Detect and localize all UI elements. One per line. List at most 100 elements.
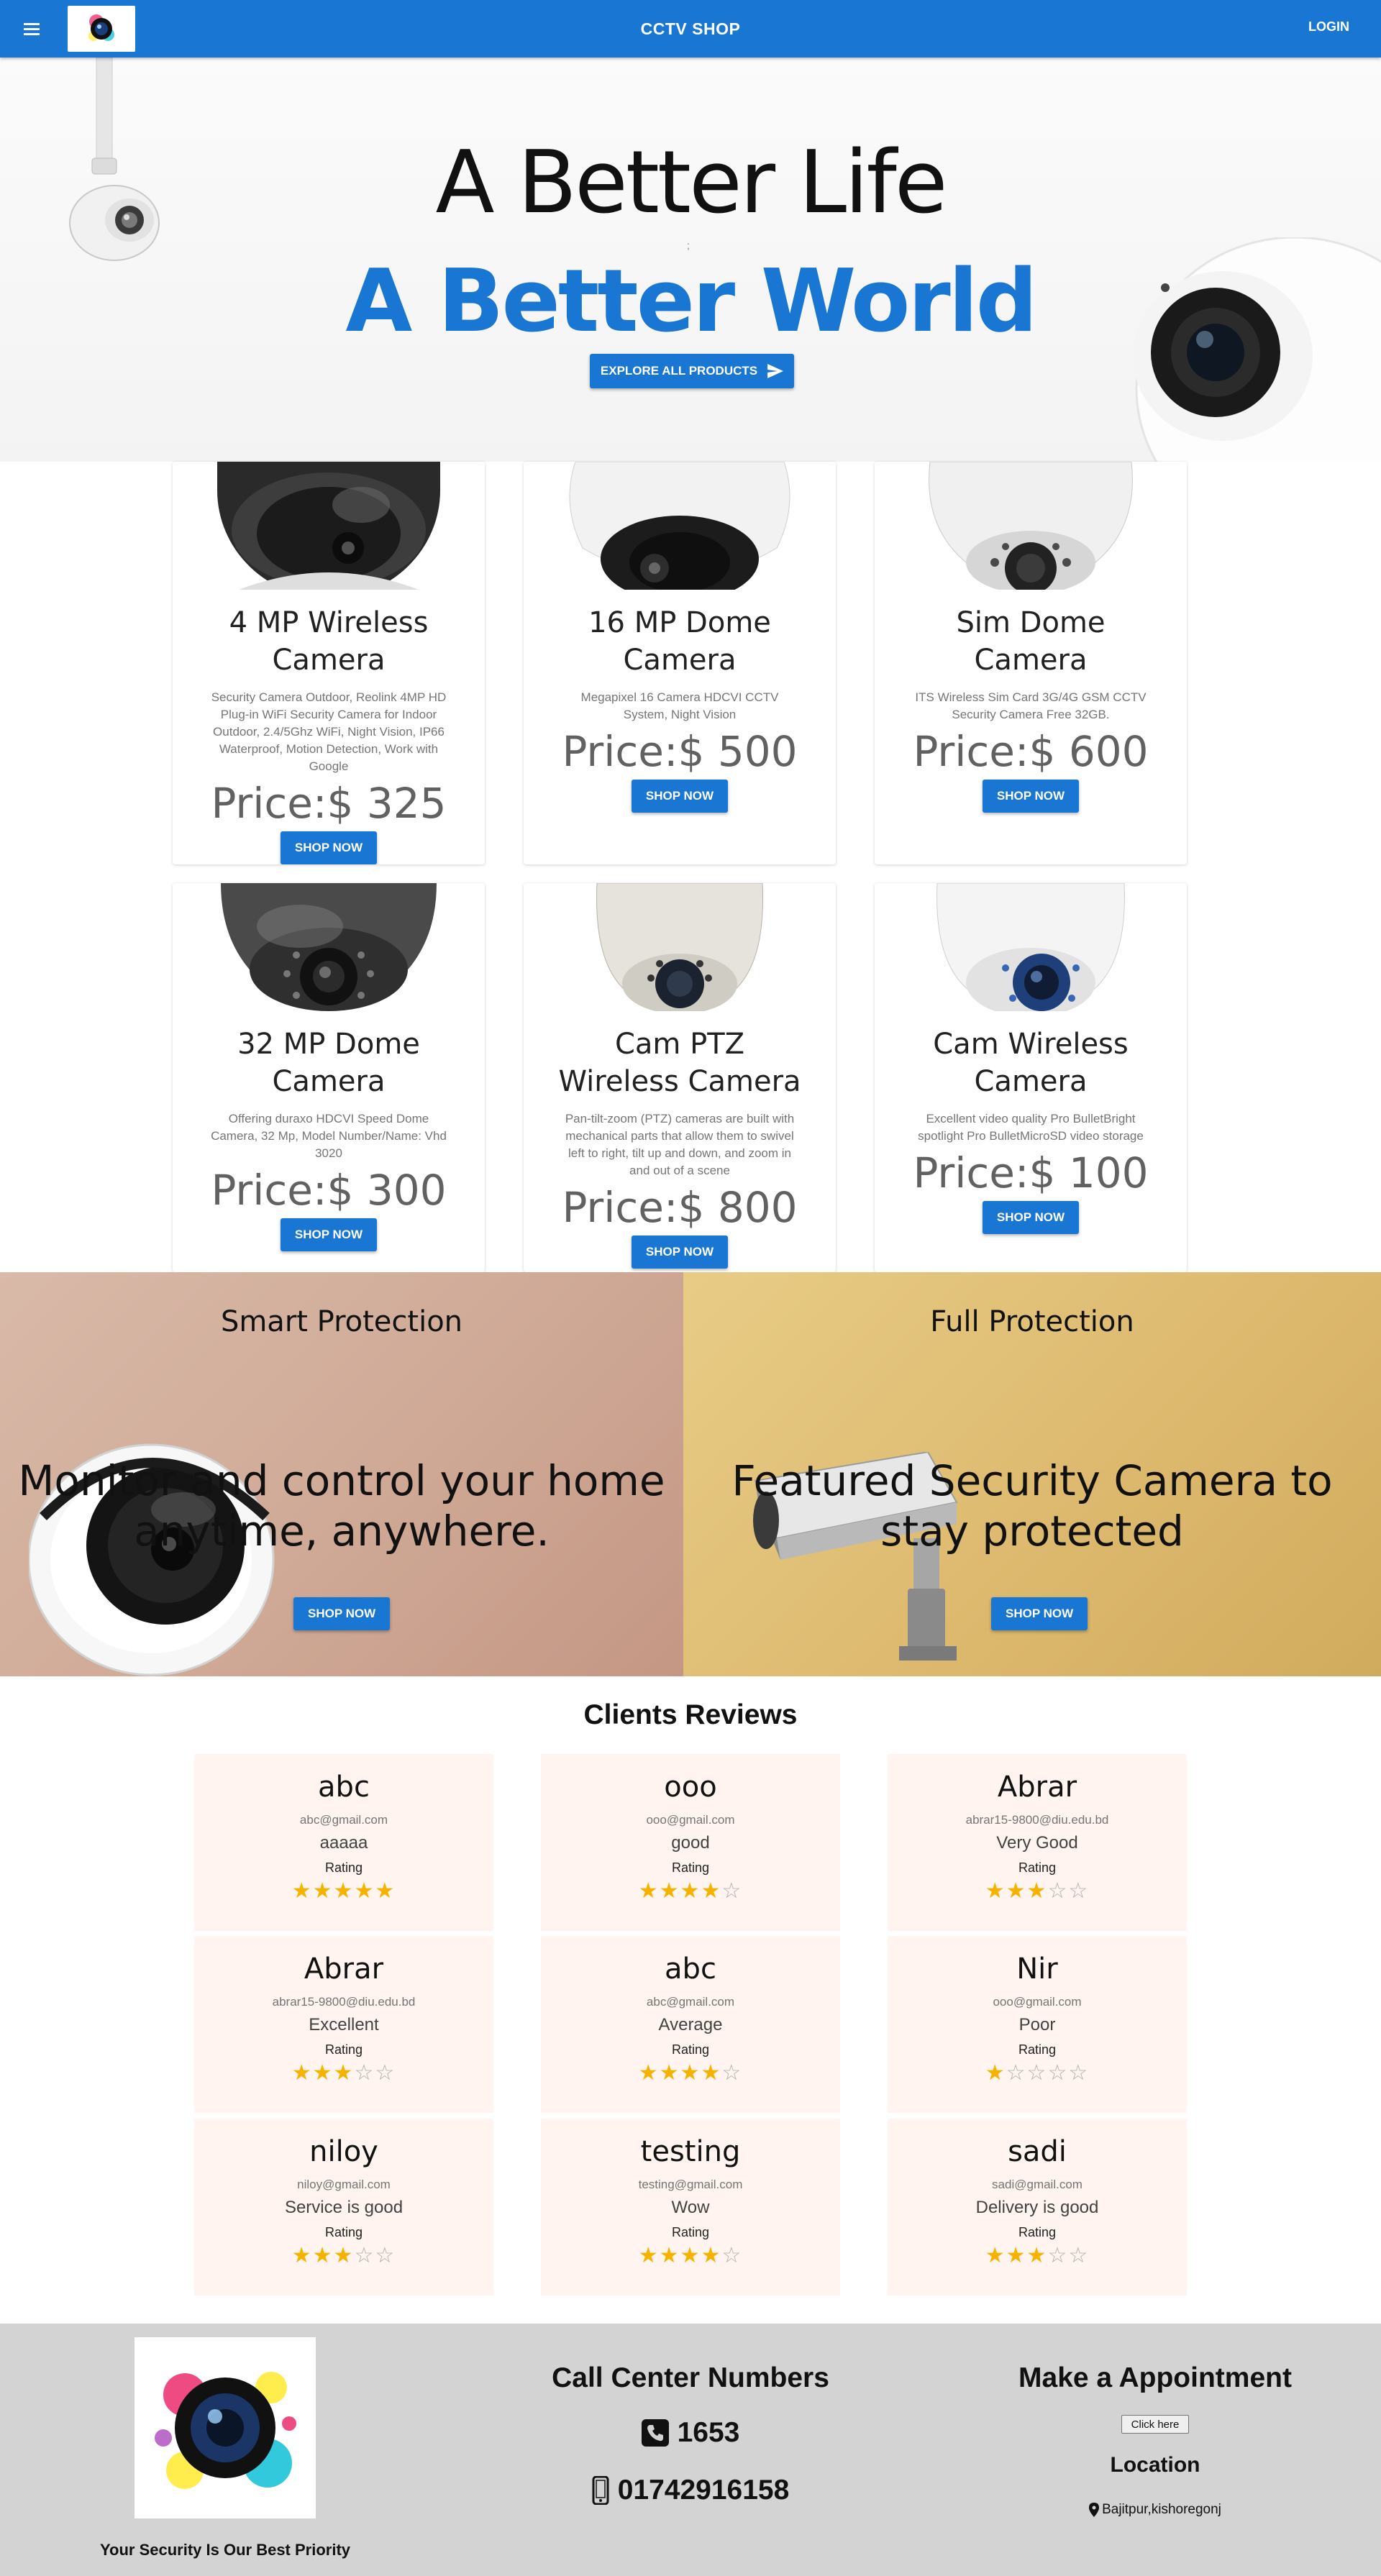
product-card: 16 MP Dome Camera Megapixel 16 Camera HD… <box>524 462 836 864</box>
product-price: Price:$ 100 <box>913 1148 1149 1197</box>
reviewer-email: sadi@gmail.com <box>992 2178 1083 2191</box>
rating-stars: ★★★☆☆ <box>194 2062 493 2085</box>
explore-all-products-button[interactable]: EXPLORE ALL PRODUCTS <box>590 354 794 388</box>
shop-now-button[interactable]: SHOP NOW <box>280 831 378 864</box>
shop-now-button[interactable]: SHOP NOW <box>982 780 1080 813</box>
review-card: Abrar abrar15-9800@diu.edu.bd Excellent Rat… <box>194 1936 493 2113</box>
star-filled-icon: ★ <box>680 2061 701 2085</box>
product-description: Security Camera Outdoor, Reolink 4MP HD … <box>211 690 447 773</box>
appointment-button[interactable]: Click here <box>1121 2415 1189 2434</box>
rating-stars: ★★★☆☆ <box>888 2244 1187 2267</box>
review-comment: Delivery is good <box>975 2198 1099 2217</box>
star-filled-icon: ★ <box>680 1879 701 1903</box>
product-card: 32 MP Dome Camera Offering duraxo HDCVI … <box>173 883 485 1272</box>
product-image[interactable] <box>875 883 1187 1011</box>
star-filled-icon: ★ <box>1026 2244 1048 2267</box>
location-title: Location <box>1110 2453 1200 2477</box>
mobile-phone-icon <box>592 2476 609 2505</box>
review-card: abc abc@gmail.com aaaaa Rating ★★★★★ <box>194 1754 493 1931</box>
product-card: Cam Wireless Camera Excellent video qual… <box>875 883 1187 1272</box>
product-description: Megapixel 16 Camera HDCVI CCTV System, N… <box>580 690 779 721</box>
star-empty-icon: ☆ <box>1026 2061 1048 2085</box>
shop-now-button[interactable]: SHOP NOW <box>991 1597 1088 1630</box>
reviewer-name: testing <box>640 2135 741 2168</box>
star-empty-icon: ☆ <box>1068 2061 1090 2085</box>
review-card: testing testing@gmail.com Wow Rating ★★★★☆ <box>541 2119 840 2296</box>
product-image[interactable] <box>875 462 1187 590</box>
rating-label: Rating <box>1018 2042 1057 2057</box>
product-price: Price:$ 300 <box>211 1166 447 1215</box>
product-image[interactable] <box>173 462 485 590</box>
phone-square-icon <box>641 2419 669 2447</box>
phone-number-1: 1653 <box>677 2417 740 2448</box>
product-title: 16 MP Dome Camera <box>588 606 771 677</box>
login-button[interactable]: LOGIN <box>1308 19 1349 35</box>
review-card: abc abc@gmail.com Average Rating ★★★★☆ <box>541 1936 840 2113</box>
promo-smart-protection: Smart Protection Monitor and control you… <box>0 1272 683 1676</box>
star-empty-icon: ☆ <box>1068 2244 1090 2267</box>
star-filled-icon: ★ <box>680 2244 701 2267</box>
star-filled-icon: ★ <box>659 1879 680 1903</box>
star-filled-icon: ★ <box>659 2244 680 2267</box>
promo-heading: Full Protection <box>930 1305 1134 1338</box>
shop-now-button[interactable]: SHOP NOW <box>280 1218 378 1251</box>
review-comment: Very Good <box>996 1833 1078 1853</box>
star-filled-icon: ★ <box>291 1879 313 1903</box>
send-icon <box>767 364 784 378</box>
star-filled-icon: ★ <box>375 1879 396 1903</box>
star-filled-icon: ★ <box>291 2061 313 2085</box>
reviewer-email: niloy@gmail.com <box>297 2178 391 2191</box>
star-filled-icon: ★ <box>985 2244 1006 2267</box>
star-empty-icon: ☆ <box>375 2061 396 2085</box>
star-filled-icon: ★ <box>638 1879 660 1903</box>
hero-separator: ; <box>687 239 690 251</box>
product-price: Price:$ 600 <box>913 727 1149 776</box>
review-card: Abrar abrar15-9800@diu.edu.bd Very Good Rat… <box>888 1754 1187 1931</box>
rating-label: Rating <box>1018 1860 1057 1875</box>
reviewer-email: abrar15-9800@diu.edu.bd <box>272 1995 416 2009</box>
rating-label: Rating <box>324 2225 363 2239</box>
menu-icon[interactable] <box>19 16 45 42</box>
reviewer-name: Abrar <box>304 1952 384 1986</box>
star-filled-icon: ★ <box>333 1879 355 1903</box>
reviewer-email: abc@gmail.com <box>646 1995 735 2009</box>
product-price: Price:$ 800 <box>562 1183 798 1232</box>
product-card: Sim Dome Camera ITS Wireless Sim Card 3G… <box>875 462 1187 864</box>
hero-banner: A Better Life ; A Better World EXPLORE A… <box>0 58 1381 462</box>
reviewer-email: testing@gmail.com <box>638 2178 743 2191</box>
shop-now-button[interactable]: SHOP NOW <box>293 1597 391 1630</box>
star-filled-icon: ★ <box>985 1879 1006 1903</box>
review-comment: Average <box>658 2015 723 2034</box>
rating-stars: ★★★★★ <box>194 1880 493 1903</box>
star-filled-icon: ★ <box>333 2061 355 2085</box>
reviewer-name: abc <box>665 1952 716 1986</box>
product-image[interactable] <box>524 883 836 1011</box>
product-image[interactable] <box>173 883 485 1011</box>
reviews-title: Clients Reviews <box>583 1699 798 1730</box>
rating-stars: ★★★★☆ <box>541 2244 840 2267</box>
rating-stars: ★★★☆☆ <box>888 1880 1187 1903</box>
product-card: 4 MP Wireless Camera Security Camera Out… <box>173 462 485 864</box>
product-title: 32 MP Dome Camera <box>237 1028 420 1098</box>
star-filled-icon: ★ <box>701 1879 722 1903</box>
hero-title-line2: A Better World <box>345 252 1037 352</box>
promo-text: Monitor and control your home anytime, a… <box>18 1456 665 1556</box>
phone-line-1[interactable]: 1653 <box>475 2417 906 2449</box>
shop-now-button[interactable]: SHOP NOW <box>631 1236 729 1269</box>
review-card: sadi sadi@gmail.com Delivery is good Rating… <box>888 2119 1187 2296</box>
footer: Your Security Is Our Best Priority Call … <box>0 2324 1381 2576</box>
star-filled-icon: ★ <box>1006 2244 1027 2267</box>
shop-now-button[interactable]: SHOP NOW <box>982 1201 1080 1234</box>
shop-now-button[interactable]: SHOP NOW <box>631 780 729 813</box>
reviewer-name: Nir <box>1016 1952 1058 1986</box>
product-description: Excellent video quality Pro BulletBright… <box>918 1112 1144 1143</box>
product-description: Pan-tilt-zoom (PTZ) cameras are built wi… <box>565 1112 795 1177</box>
star-filled-icon: ★ <box>1026 1879 1048 1903</box>
phone-line-2[interactable]: 01742916158 <box>475 2475 906 2506</box>
product-image[interactable] <box>524 462 836 590</box>
rating-label: Rating <box>671 2225 710 2239</box>
reviewer-name: sadi <box>1008 2135 1067 2168</box>
site-logo[interactable] <box>68 6 135 52</box>
review-comment: aaaaa <box>319 1833 368 1853</box>
reviewer-name: Abrar <box>997 1771 1077 1804</box>
